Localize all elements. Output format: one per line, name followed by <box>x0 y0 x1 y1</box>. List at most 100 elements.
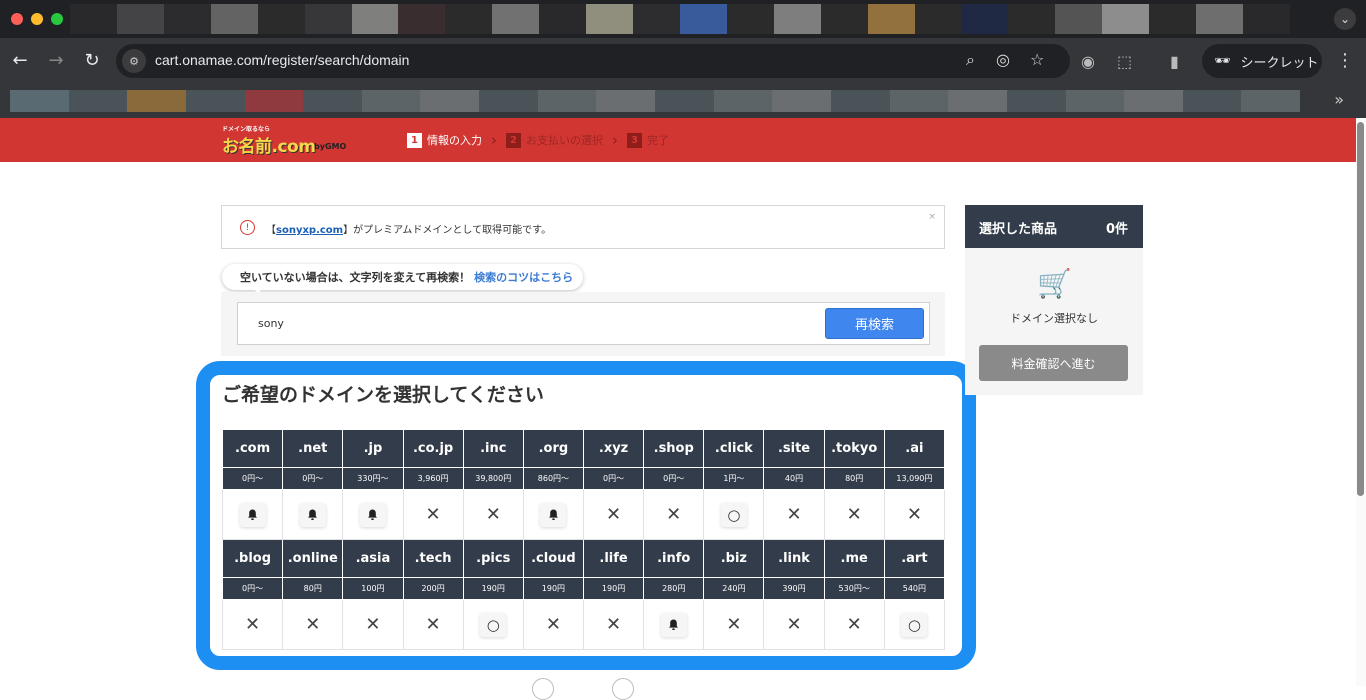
premium-domain-link[interactable]: sonyxp.com <box>276 225 343 236</box>
maximize-window-button[interactable] <box>51 13 63 25</box>
tabs-blurred[interactable] <box>70 4 1290 34</box>
progress-steps: 1 情報の入力 › 2 お支払いの選択 › 3 完了 <box>407 131 669 149</box>
site-header: ドメイン取るなら お名前.com byGMO 1 情報の入力 › 2 お支払いの… <box>0 118 1356 162</box>
search-tip-bubble: 空いていない場合は、文字列を変えて再検索！ 検索のコツはこちら <box>222 264 583 295</box>
step-2: 2 お支払いの選択 <box>506 132 603 148</box>
search-tips-link[interactable]: 検索のコツはこちら <box>474 269 573 285</box>
onamae-logo[interactable]: ドメイン取るなら お名前.com byGMO <box>222 124 354 157</box>
tld-price: 0円〜 <box>643 467 705 490</box>
section-title: ご希望のドメインを選択してください <box>222 384 544 406</box>
zoom-icon[interactable]: ⌕ <box>966 50 975 70</box>
tld-label: .asia <box>342 539 404 578</box>
tld-price: 240円 <box>703 577 765 600</box>
tld-status-cell: ○ <box>462 599 524 650</box>
bell-icon <box>308 509 318 520</box>
tld-status-cell <box>522 489 585 540</box>
notify-bell-button[interactable] <box>359 502 386 527</box>
notify-bell-button[interactable] <box>239 502 266 527</box>
minimize-window-button[interactable] <box>31 13 43 25</box>
tld-price: 80円 <box>282 577 344 600</box>
side-panel-icon[interactable]: ▮ <box>1170 52 1179 71</box>
tld-status-cell <box>221 489 284 540</box>
tld-price: 540円 <box>883 577 946 600</box>
tld-label: .jp <box>342 429 404 468</box>
available-circle-button[interactable]: ○ <box>720 502 747 527</box>
tld-price: 0円〜 <box>221 577 284 600</box>
tld-price: 0円〜 <box>282 467 344 490</box>
menu-kebab-icon[interactable]: ⋮ <box>1336 50 1354 71</box>
tld-price: 200円 <box>402 577 464 600</box>
bookmarks-overflow-icon[interactable]: » <box>1334 90 1344 109</box>
premium-domain-alert: ! 【sonyxp.com】がプレミアムドメインとして取得可能です。 × <box>221 205 945 249</box>
tld-status-cell: ✕ <box>763 599 825 650</box>
status-row: ✕ ✕ ✕ ✕ ○ ✕ ✕ ✕ ✕ ✕ ○ <box>221 599 946 650</box>
tld-label: .cloud <box>522 539 585 578</box>
cart-empty-text: ドメイン選択なし <box>1010 312 1098 325</box>
tld-status-cell: ✕ <box>823 599 885 650</box>
tld-price: 190円 <box>462 577 524 600</box>
bell-icon <box>248 509 258 520</box>
notify-bell-button[interactable] <box>299 502 326 527</box>
tld-price: 390円 <box>763 577 825 600</box>
price-row: 0円〜 0円〜 330円〜 3,960円 39,800円 860円〜 0円〜 0円〜 1円〜 40… <box>221 467 946 490</box>
research-button[interactable]: 再検索 <box>825 308 924 339</box>
tld-label: .tokyo <box>823 429 885 468</box>
back-arrow-icon[interactable]: ← <box>8 48 32 72</box>
proceed-to-price-button[interactable]: 料金確認へ進む <box>979 345 1128 381</box>
domain-table: .com .net .jp .co.jp .inc .org .xyz .shop .click… <box>221 429 946 650</box>
forward-arrow-icon[interactable]: → <box>44 48 68 72</box>
page-scrollbar-thumb[interactable] <box>1357 122 1364 496</box>
tld-row: .com .net .jp .co.jp .inc .org .xyz .shop .click… <box>221 429 946 468</box>
tld-status-cell: ✕ <box>883 489 946 540</box>
url-text[interactable]: cart.onamae.com/register/search/domain <box>155 52 409 68</box>
unavailable-x-icon: ✕ <box>786 614 802 635</box>
unavailable-x-icon: ✕ <box>606 504 622 525</box>
step-label: 完了 <box>647 134 669 147</box>
tld-price: 3,960円 <box>402 467 464 490</box>
tld-price: 280円 <box>643 577 705 600</box>
tld-label: .me <box>823 539 885 578</box>
tld-status-cell: ○ <box>883 599 946 650</box>
tld-label: .tech <box>402 539 464 578</box>
tld-status-cell: ✕ <box>462 489 524 540</box>
available-circle-button[interactable]: ○ <box>480 612 507 637</box>
carousel-dot[interactable] <box>612 678 634 700</box>
unavailable-x-icon: ✕ <box>606 614 622 635</box>
tld-label: .ai <box>883 429 946 468</box>
available-circle-button[interactable]: ○ <box>901 612 928 637</box>
bracket: 【 <box>266 225 276 236</box>
reload-icon[interactable]: ↻ <box>80 48 104 72</box>
notify-bell-button[interactable] <box>660 612 687 637</box>
extensions-icon[interactable]: ⬚ <box>1117 52 1132 71</box>
unavailable-x-icon: ✕ <box>786 504 802 525</box>
bookmark-star-icon[interactable]: ☆ <box>1030 50 1044 69</box>
tip-text: 空いていない場合は、文字列を変えて再検索！ <box>240 271 471 284</box>
step-number: 1 <box>407 132 422 148</box>
incognito-indicator[interactable]: 🕶 シークレット <box>1202 44 1322 78</box>
tld-status-cell: ✕ <box>342 599 404 650</box>
tld-status-cell: ○ <box>703 489 765 540</box>
eye-off-icon[interactable]: ◎ <box>996 50 1010 69</box>
tld-price: 39,800円 <box>462 467 524 490</box>
carousel-dot[interactable] <box>532 678 554 700</box>
tld-row: .blog .online .asia .tech .pics .cloud .life .i… <box>221 539 946 578</box>
chevron-right-icon: › <box>491 131 497 149</box>
tld-price: 80円 <box>823 467 885 490</box>
unavailable-x-icon: ✕ <box>545 614 561 635</box>
site-settings-icon[interactable]: ⚙ <box>122 49 146 73</box>
camera-icon[interactable]: ◉ <box>1081 52 1095 71</box>
bookmarks-blurred[interactable] <box>10 90 1301 112</box>
tld-label: .co.jp <box>402 429 464 468</box>
close-icon[interactable]: × <box>928 212 936 222</box>
domain-search-input[interactable] <box>258 317 758 330</box>
notify-bell-button[interactable] <box>540 502 567 527</box>
unavailable-x-icon: ✕ <box>305 614 321 635</box>
address-bar[interactable]: ⚙ cart.onamae.com/register/search/domain… <box>116 44 1070 78</box>
tab-search-chevron-icon[interactable]: ⌄ <box>1334 8 1356 30</box>
tld-price: 190円 <box>522 577 585 600</box>
close-window-button[interactable] <box>11 13 23 25</box>
tld-label: .pics <box>462 539 524 578</box>
logo-gmo: byGMO <box>314 142 347 151</box>
alert-message-text: 】がプレミアムドメインとして取得可能です。 <box>343 225 552 236</box>
unavailable-x-icon: ✕ <box>906 504 922 525</box>
